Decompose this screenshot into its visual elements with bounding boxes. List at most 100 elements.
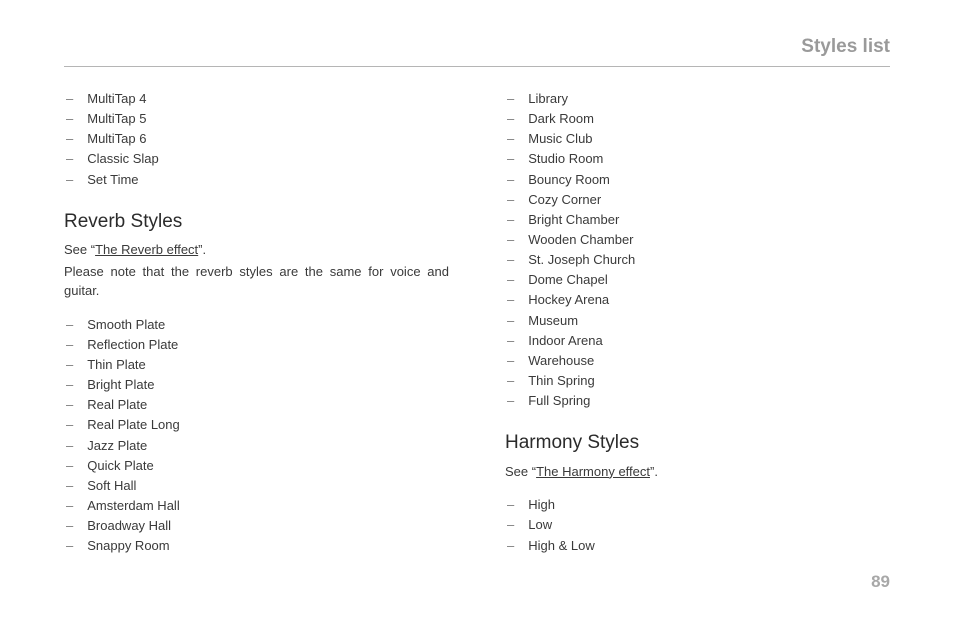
harmony-effect-link[interactable]: The Harmony effect: [536, 464, 650, 479]
list-item-label: Reflection Plate: [87, 335, 178, 355]
list-item-label: Bright Chamber: [528, 210, 619, 230]
dash-icon: –: [507, 250, 514, 270]
right-column: –Library –Dark Room –Music Club –Studio …: [505, 89, 890, 556]
list-item: –Low: [505, 515, 890, 535]
list-item: –Quick Plate: [64, 456, 449, 476]
dash-icon: –: [66, 536, 73, 556]
dash-icon: –: [507, 391, 514, 411]
list-item-label: Bright Plate: [87, 375, 154, 395]
list-item-label: Snappy Room: [87, 536, 169, 556]
list-item: –High & Low: [505, 536, 890, 556]
dash-icon: –: [507, 331, 514, 351]
list-item-label: Dome Chapel: [528, 270, 608, 290]
list-item-label: Quick Plate: [87, 456, 153, 476]
list-item: –MultiTap 4: [64, 89, 449, 109]
list-item: –Music Club: [505, 129, 890, 149]
list-item: –St. Joseph Church: [505, 250, 890, 270]
dash-icon: –: [66, 170, 73, 190]
list-item-label: Library: [528, 89, 568, 109]
list-item-label: MultiTap 4: [87, 89, 146, 109]
list-item: –Bouncy Room: [505, 170, 890, 190]
list-item: –High: [505, 495, 890, 515]
reverb-see-line: See “The Reverb effect”.: [64, 240, 449, 260]
left-column: –MultiTap 4 –MultiTap 5 –MultiTap 6 –Cla…: [64, 89, 449, 556]
list-item-label: Full Spring: [528, 391, 590, 411]
list-item: –Museum: [505, 311, 890, 331]
dash-icon: –: [507, 290, 514, 310]
list-item: –Cozy Corner: [505, 190, 890, 210]
list-item: –Jazz Plate: [64, 436, 449, 456]
dash-icon: –: [66, 496, 73, 516]
list-item: –Full Spring: [505, 391, 890, 411]
dash-icon: –: [66, 109, 73, 129]
harmony-list: –High –Low –High & Low: [505, 495, 890, 555]
reverb-effect-link[interactable]: The Reverb effect: [95, 242, 198, 257]
dash-icon: –: [507, 311, 514, 331]
page-number: 89: [871, 572, 890, 592]
list-item-label: Real Plate Long: [87, 415, 180, 435]
dash-icon: –: [507, 210, 514, 230]
list-item-label: MultiTap 5: [87, 109, 146, 129]
list-item-label: Bouncy Room: [528, 170, 610, 190]
dash-icon: –: [66, 129, 73, 149]
list-item-label: Thin Plate: [87, 355, 146, 375]
list-item-label: Jazz Plate: [87, 436, 147, 456]
list-item-label: Broadway Hall: [87, 516, 171, 536]
see-post: ”.: [198, 242, 206, 257]
dash-icon: –: [66, 89, 73, 109]
list-item: –Smooth Plate: [64, 315, 449, 335]
header-rule: [64, 66, 890, 67]
list-item: –Warehouse: [505, 351, 890, 371]
harmony-see-line: See “The Harmony effect”.: [505, 462, 890, 482]
reverb-list: –Smooth Plate –Reflection Plate –Thin Pl…: [64, 315, 449, 557]
list-item-label: MultiTap 6: [87, 129, 146, 149]
list-item-label: Smooth Plate: [87, 315, 165, 335]
list-item: –Dark Room: [505, 109, 890, 129]
list-item-label: Cozy Corner: [528, 190, 601, 210]
list-item: –Real Plate Long: [64, 415, 449, 435]
list-item-label: Amsterdam Hall: [87, 496, 179, 516]
list-item: –Reflection Plate: [64, 335, 449, 355]
dash-icon: –: [507, 170, 514, 190]
list-item-label: Dark Room: [528, 109, 594, 129]
harmony-heading: Harmony Styles: [505, 429, 890, 458]
list-item-label: Studio Room: [528, 149, 603, 169]
list-item-label: Wooden Chamber: [528, 230, 633, 250]
list-item: –MultiTap 6: [64, 129, 449, 149]
list-item: –Dome Chapel: [505, 270, 890, 290]
list-item: –Bright Plate: [64, 375, 449, 395]
list-item: –Thin Plate: [64, 355, 449, 375]
list-item-label: Thin Spring: [528, 371, 594, 391]
dash-icon: –: [66, 456, 73, 476]
list-item: –Soft Hall: [64, 476, 449, 496]
dash-icon: –: [507, 351, 514, 371]
list-item-label: Classic Slap: [87, 149, 159, 169]
dash-icon: –: [66, 335, 73, 355]
dash-icon: –: [507, 129, 514, 149]
list-item-label: Set Time: [87, 170, 138, 190]
list-item-label: High & Low: [528, 536, 594, 556]
dash-icon: –: [66, 395, 73, 415]
dash-icon: –: [66, 476, 73, 496]
see-pre: See “: [505, 464, 536, 479]
reverb-note: Please note that the reverb styles are t…: [64, 262, 449, 301]
dash-icon: –: [66, 516, 73, 536]
dash-icon: –: [507, 89, 514, 109]
page-header-title: Styles list: [64, 36, 890, 58]
list-item-label: Real Plate: [87, 395, 147, 415]
list-item: –MultiTap 5: [64, 109, 449, 129]
list-item: –Library: [505, 89, 890, 109]
list-item-label: Indoor Arena: [528, 331, 602, 351]
list-item: –Thin Spring: [505, 371, 890, 391]
dash-icon: –: [66, 415, 73, 435]
list-item-label: Low: [528, 515, 552, 535]
dash-icon: –: [507, 371, 514, 391]
list-item: –Bright Chamber: [505, 210, 890, 230]
dash-icon: –: [66, 436, 73, 456]
list-item-label: Hockey Arena: [528, 290, 609, 310]
list-item-label: Museum: [528, 311, 578, 331]
dash-icon: –: [507, 109, 514, 129]
list-item: –Hockey Arena: [505, 290, 890, 310]
reverb-list-cont: –Library –Dark Room –Music Club –Studio …: [505, 89, 890, 411]
list-item: –Studio Room: [505, 149, 890, 169]
